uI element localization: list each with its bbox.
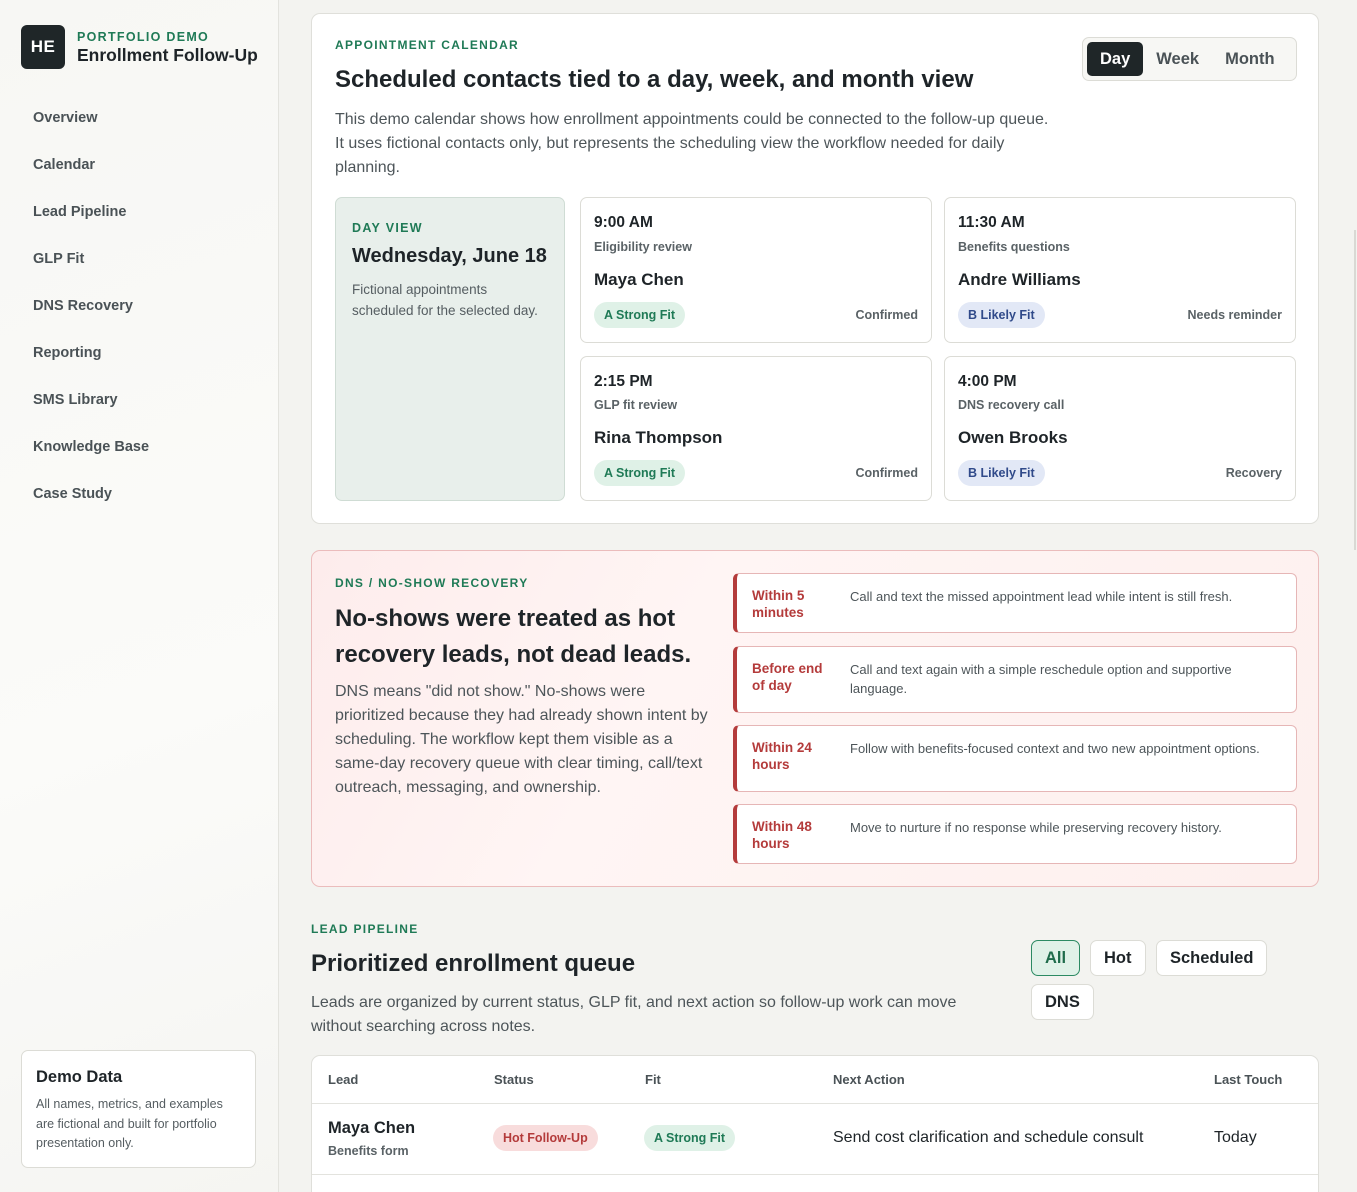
recovery-step-text: Follow with benefits-focused context and… xyxy=(850,741,1260,756)
appointment-type: GLP fit review xyxy=(594,398,678,412)
recovery-step-timing: Before end of day xyxy=(752,661,823,693)
filter-hot-button[interactable]: Hot xyxy=(1090,940,1146,976)
lead-name: Maya Chen xyxy=(328,1119,416,1137)
sidebar-item-knowledge-base[interactable]: Knowledge Base xyxy=(33,437,149,484)
sidebar: HE PORTFOLIO DEMO Enrollment Follow-Up O… xyxy=(0,0,279,1192)
column-header-fit[interactable]: Fit xyxy=(645,1072,661,1087)
recovery-step: Within 48 hours Move to nurture if no re… xyxy=(733,804,1297,864)
status-badge: Hot Follow-Up xyxy=(493,1125,598,1151)
calendar-title: Scheduled contacts tied to a day, week, … xyxy=(335,66,974,93)
appointment-status: Needs reminder xyxy=(1187,308,1282,322)
brand[interactable]: HE PORTFOLIO DEMO Enrollment Follow-Up xyxy=(21,25,258,69)
demo-data-card: Demo Data All names, metrics, and exampl… xyxy=(21,1050,256,1168)
lead-source: Benefits form xyxy=(328,1144,409,1158)
sidebar-item-calendar[interactable]: Calendar xyxy=(33,155,149,202)
appointment-name: Rina Thompson xyxy=(594,428,723,447)
column-header-last-touch[interactable]: Last Touch xyxy=(1214,1072,1282,1087)
pipeline-description: Leads are organized by current status, G… xyxy=(311,994,957,1035)
appointment-name: Maya Chen xyxy=(594,270,684,289)
column-header-next-action[interactable]: Next Action xyxy=(833,1072,905,1087)
demo-data-text: All names, metrics, and examples are fic… xyxy=(36,1097,223,1150)
fit-badge: A Strong Fit xyxy=(594,460,686,486)
view-month-button[interactable]: Month xyxy=(1212,42,1287,76)
recovery-step-text: Move to nurture if no response while pre… xyxy=(850,820,1222,835)
recovery-step-text: Call and text again with a simple resche… xyxy=(850,662,1232,696)
appointment-time: 9:00 AM xyxy=(594,214,653,231)
next-action: Send cost clarification and schedule con… xyxy=(833,1129,1144,1146)
sidebar-item-dns-recovery[interactable]: DNS Recovery xyxy=(33,296,149,343)
dns-title: No-shows were treated as hot recovery le… xyxy=(335,605,692,668)
demo-data-title: Demo Data xyxy=(36,1068,123,1086)
calendar-description: This demo calendar shows how enrollment … xyxy=(335,111,1049,176)
brand-eyebrow: PORTFOLIO DEMO xyxy=(77,30,210,44)
calendar-view-switch: Day Week Month xyxy=(1082,37,1297,81)
recovery-step-timing: Within 48 hours xyxy=(752,819,812,851)
filter-scheduled-button[interactable]: Scheduled xyxy=(1156,940,1268,976)
brand-logo: HE xyxy=(21,25,65,69)
column-header-status[interactable]: Status xyxy=(494,1072,534,1087)
dns-recovery-card: DNS / NO-SHOW RECOVERY No-shows were tre… xyxy=(311,550,1319,887)
appointment-type: Eligibility review xyxy=(594,240,692,254)
appointment-time: 4:00 PM xyxy=(958,373,1017,390)
appointment-status: Confirmed xyxy=(855,308,919,322)
scrollbar[interactable] xyxy=(1354,230,1356,550)
recovery-step-timing: Within 5 minutes xyxy=(752,588,805,620)
day-view-eyebrow: DAY VIEW xyxy=(352,221,423,235)
dns-description: DNS means "did not show." No-shows were … xyxy=(335,683,708,796)
day-view-panel: DAY VIEW Wednesday, June 18 Fictional ap… xyxy=(335,197,565,501)
recovery-step: Within 24 hours Follow with benefits-foc… xyxy=(733,725,1297,792)
table-divider xyxy=(312,1103,1318,1104)
appointment-time: 11:30 AM xyxy=(958,214,1025,231)
sidebar-item-glp-fit[interactable]: GLP Fit xyxy=(33,249,149,296)
fit-badge: B Likely Fit xyxy=(958,460,1045,486)
appointment-name: Owen Brooks xyxy=(958,428,1068,447)
fit-badge: B Likely Fit xyxy=(958,302,1045,328)
sidebar-item-lead-pipeline[interactable]: Lead Pipeline xyxy=(33,202,149,249)
recovery-step-timing: Within 24 hours xyxy=(752,740,812,772)
appointment-calendar-card: APPOINTMENT CALENDAR Scheduled contacts … xyxy=(311,13,1319,524)
appointment-status: Recovery xyxy=(1225,466,1282,480)
view-week-button[interactable]: Week xyxy=(1143,42,1212,76)
recovery-step: Within 5 minutes Call and text the misse… xyxy=(733,573,1297,633)
calendar-eyebrow: APPOINTMENT CALENDAR xyxy=(335,38,519,52)
view-day-button[interactable]: Day xyxy=(1087,42,1144,76)
appointment-type: Benefits questions xyxy=(958,240,1070,254)
recovery-step: Before end of day Call and text again wi… xyxy=(733,646,1297,713)
day-view-text: Fictional appointments scheduled for the… xyxy=(352,282,538,318)
appointment-card[interactable]: 4:00 PM DNS recovery call Owen Brooks B … xyxy=(944,356,1296,501)
appointment-status: Confirmed xyxy=(855,466,919,480)
last-touch: Today xyxy=(1214,1129,1257,1146)
filter-dns-button[interactable]: DNS xyxy=(1031,984,1094,1020)
fit-badge: A Strong Fit xyxy=(644,1125,736,1151)
day-view-date: Wednesday, June 18 xyxy=(352,245,547,267)
pipeline-title: Prioritized enrollment queue xyxy=(311,950,636,977)
appointment-type: DNS recovery call xyxy=(958,398,1065,412)
pipeline-eyebrow: LEAD PIPELINE xyxy=(311,922,419,936)
sidebar-item-overview[interactable]: Overview xyxy=(33,108,149,155)
column-header-lead[interactable]: Lead xyxy=(328,1072,358,1087)
sidebar-item-sms-library[interactable]: SMS Library xyxy=(33,390,149,437)
lead-table: Lead Status Fit Next Action Last Touch M… xyxy=(311,1055,1319,1192)
dns-eyebrow: DNS / NO-SHOW RECOVERY xyxy=(335,576,529,590)
appointment-name: Andre Williams xyxy=(958,270,1081,289)
fit-badge: A Strong Fit xyxy=(594,302,686,328)
table-divider xyxy=(312,1174,1318,1175)
brand-title: Enrollment Follow-Up xyxy=(77,45,258,65)
appointment-card[interactable]: 9:00 AM Eligibility review Maya Chen A S… xyxy=(580,197,932,343)
appointment-time: 2:15 PM xyxy=(594,373,653,390)
filter-all-button[interactable]: All xyxy=(1031,940,1081,976)
sidebar-item-case-study[interactable]: Case Study xyxy=(33,484,149,531)
recovery-step-text: Call and text the missed appointment lea… xyxy=(850,589,1233,604)
appointment-card[interactable]: 2:15 PM GLP fit review Rina Thompson A S… xyxy=(580,356,932,501)
sidebar-nav: Overview Calendar Lead Pipeline GLP Fit … xyxy=(33,108,149,531)
sidebar-item-reporting[interactable]: Reporting xyxy=(33,343,149,390)
appointment-card[interactable]: 11:30 AM Benefits questions Andre Willia… xyxy=(944,197,1296,343)
